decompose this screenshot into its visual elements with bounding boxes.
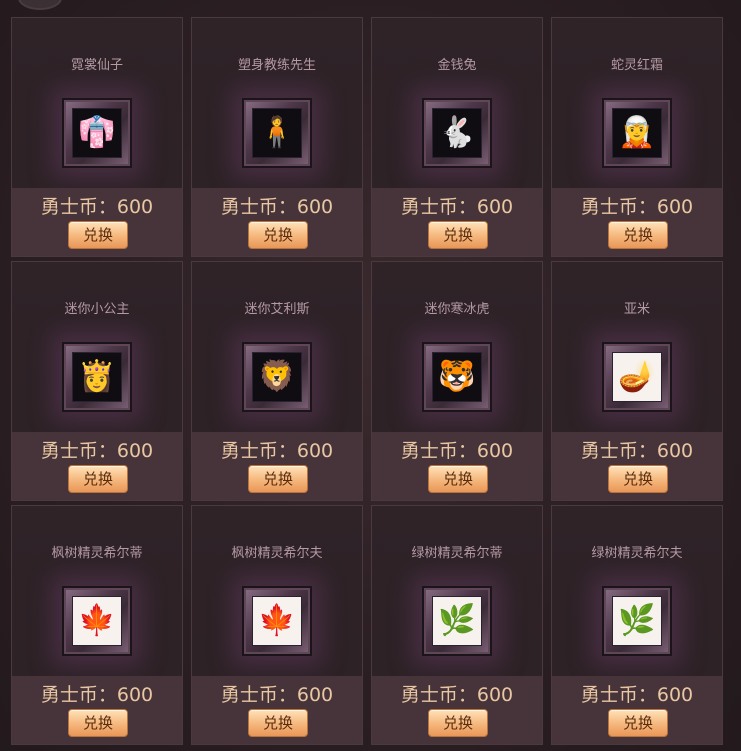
item-name: 绿树精灵希尔夫 — [591, 546, 683, 561]
item-name: 霓裳仙子 — [70, 58, 123, 73]
item-icon-frame: 👸 — [62, 342, 132, 412]
item-icon-container: 🧝 — [612, 108, 662, 158]
mini-ellis-icon: 🦁 — [258, 359, 296, 394]
item-icon-container: 👸 — [72, 352, 122, 402]
item-icon-frame: 🍁 — [62, 586, 132, 656]
exchange-button[interactable]: 兑换 — [68, 709, 128, 737]
item-card: 金钱兔 🐇 勇士币：600 兑换 — [371, 17, 543, 257]
item-icon-container: 🌿 — [432, 596, 482, 646]
exchange-button[interactable]: 兑换 — [248, 709, 308, 737]
exchange-button[interactable]: 兑换 — [248, 465, 308, 493]
item-icon-frame: 🧍 — [242, 98, 312, 168]
item-card: 绿树精灵希尔夫 🌿 勇士币：600 兑换 — [551, 505, 723, 745]
item-icon-container: 🌿 — [612, 596, 662, 646]
yami-lamp-icon: 🪔 — [618, 359, 656, 394]
item-footer: 勇士币：600 兑换 — [552, 676, 722, 744]
item-card: 绿树精灵希尔蒂 🌿 勇士币：600 兑换 — [371, 505, 543, 745]
item-price: 勇士币：600 — [40, 684, 154, 706]
item-price: 勇士币：600 — [220, 684, 334, 706]
item-price: 勇士币：600 — [220, 440, 334, 462]
exchange-button[interactable]: 兑换 — [608, 465, 668, 493]
item-footer: 勇士币：600 兑换 — [372, 676, 542, 744]
exchange-button[interactable]: 兑换 — [248, 221, 308, 249]
money-rabbit-icon: 🐇 — [438, 115, 476, 150]
item-icon-frame: 🍁 — [242, 586, 312, 656]
item-icon-container: 🍁 — [72, 596, 122, 646]
maple-spirit-hilf-icon: 🍁 — [258, 603, 296, 638]
item-name: 迷你寒冰虎 — [424, 302, 490, 317]
snake-spirit-girl-icon: 🧝 — [618, 115, 656, 150]
item-card: 枫树精灵希尔夫 🍁 勇士币：600 兑换 — [191, 505, 363, 745]
green-spirit-hilf-icon: 🌿 — [618, 603, 656, 638]
item-footer: 勇士币：600 兑换 — [192, 676, 362, 744]
item-icon-container: 🪔 — [612, 352, 662, 402]
item-icon-container: 🦁 — [252, 352, 302, 402]
item-icon-frame: 🦁 — [242, 342, 312, 412]
item-card: 亚米 🪔 勇士币：600 兑换 — [551, 261, 723, 501]
item-icon-frame: 🌿 — [422, 586, 492, 656]
item-card: 迷你艾利斯 🦁 勇士币：600 兑换 — [191, 261, 363, 501]
item-icon-frame: 🐯 — [422, 342, 492, 412]
exchange-button[interactable]: 兑换 — [428, 465, 488, 493]
item-icon-frame: 👘 — [62, 98, 132, 168]
item-card: 枫树精灵希尔蒂 🍁 勇士币：600 兑换 — [11, 505, 183, 745]
item-footer: 勇士币：600 兑换 — [192, 188, 362, 256]
item-name: 亚米 — [623, 302, 650, 317]
item-name: 迷你小公主 — [64, 302, 130, 317]
exchange-button[interactable]: 兑换 — [608, 221, 668, 249]
item-card: 蛇灵红霜 🧝 勇士币：600 兑换 — [551, 17, 723, 257]
item-icon-container: 🧍 — [252, 108, 302, 158]
item-price: 勇士币：600 — [220, 196, 334, 218]
item-icon-container: 🐯 — [432, 352, 482, 402]
item-name: 枫树精灵希尔蒂 — [51, 546, 143, 561]
item-icon-container: 🐇 — [432, 108, 482, 158]
item-card: 塑身教练先生 🧍 勇士币：600 兑换 — [191, 17, 363, 257]
item-grid: 霓裳仙子 👘 勇士币：600 兑换 塑身教练先生 🧍 勇士币：600 兑换 金钱… — [11, 17, 723, 745]
item-name: 枫树精灵希尔夫 — [231, 546, 323, 561]
item-name: 蛇灵红霜 — [610, 58, 663, 73]
item-footer: 勇士币：600 兑换 — [12, 432, 182, 500]
item-footer: 勇士币：600 兑换 — [12, 188, 182, 256]
exchange-page: 霓裳仙子 👘 勇士币：600 兑换 塑身教练先生 🧍 勇士币：600 兑换 金钱… — [0, 0, 741, 751]
item-name: 迷你艾利斯 — [244, 302, 310, 317]
item-icon-frame: 🧝 — [602, 98, 672, 168]
item-price: 勇士币：600 — [580, 440, 694, 462]
item-name: 绿树精灵希尔蒂 — [411, 546, 503, 561]
mini-ice-tiger-icon: 🐯 — [438, 359, 476, 394]
item-price: 勇士币：600 — [400, 684, 514, 706]
exchange-button[interactable]: 兑换 — [608, 709, 668, 737]
green-spirit-hilde-icon: 🌿 — [438, 603, 476, 638]
exchange-button[interactable]: 兑换 — [68, 465, 128, 493]
item-footer: 勇士币：600 兑换 — [552, 432, 722, 500]
fitness-coach-icon: 🧍 — [258, 115, 296, 150]
item-footer: 勇士币：600 兑换 — [372, 432, 542, 500]
item-price: 勇士币：600 — [40, 440, 154, 462]
maple-spirit-hilde-icon: 🍁 — [78, 603, 116, 638]
item-price: 勇士币：600 — [580, 684, 694, 706]
item-icon-frame: 🪔 — [602, 342, 672, 412]
item-icon-container: 🍁 — [252, 596, 302, 646]
item-card: 霓裳仙子 👘 勇士币：600 兑换 — [11, 17, 183, 257]
item-footer: 勇士币：600 兑换 — [372, 188, 542, 256]
item-icon-frame: 🐇 — [422, 98, 492, 168]
item-name: 塑身教练先生 — [237, 58, 316, 73]
item-price: 勇士币：600 — [580, 196, 694, 218]
item-price: 勇士币：600 — [40, 196, 154, 218]
exchange-button[interactable]: 兑换 — [428, 221, 488, 249]
red-dress-girl-icon: 👘 — [78, 115, 116, 150]
item-footer: 勇士币：600 兑换 — [552, 188, 722, 256]
top-badge-decoration — [18, 0, 62, 10]
item-footer: 勇士币：600 兑换 — [192, 432, 362, 500]
item-price: 勇士币：600 — [400, 196, 514, 218]
item-card: 迷你寒冰虎 🐯 勇士币：600 兑换 — [371, 261, 543, 501]
item-icon-frame: 🌿 — [602, 586, 672, 656]
item-footer: 勇士币：600 兑换 — [12, 676, 182, 744]
item-price: 勇士币：600 — [400, 440, 514, 462]
exchange-button[interactable]: 兑换 — [68, 221, 128, 249]
item-card: 迷你小公主 👸 勇士币：600 兑换 — [11, 261, 183, 501]
item-name: 金钱兔 — [437, 58, 477, 73]
mini-princess-icon: 👸 — [78, 359, 116, 394]
exchange-button[interactable]: 兑换 — [428, 709, 488, 737]
item-icon-container: 👘 — [72, 108, 122, 158]
